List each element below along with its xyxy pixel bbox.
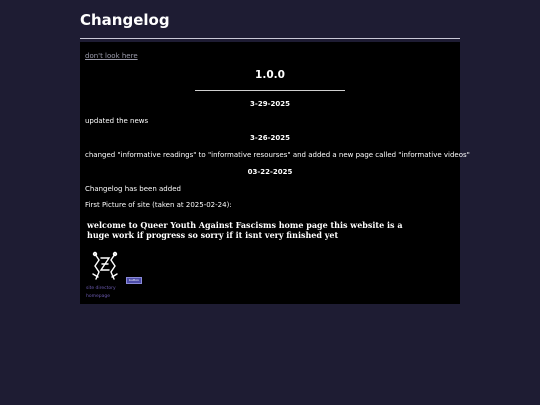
- version-divider: [195, 90, 345, 91]
- entry-date: 03-22-2025: [247, 168, 293, 176]
- dont-look-here-link[interactable]: don't look here: [85, 52, 138, 60]
- screenshot-tiny-link: site directory: [86, 286, 116, 291]
- entry-note: Changelog has been added: [85, 185, 181, 193]
- logo-icon: [92, 251, 118, 280]
- screenshot-tiny-link: homepage: [86, 294, 110, 299]
- entry-date: 3-29-2025: [250, 100, 290, 108]
- version-heading: 1.0.0: [255, 69, 285, 81]
- first-picture-label: First Picture of site (taken at 2025-02-…: [85, 201, 232, 209]
- entry-note: updated the news: [85, 117, 149, 125]
- title-divider: [80, 38, 460, 39]
- entry-note: changed "informative readings" to "infor…: [85, 151, 470, 159]
- screenshot-welcome-text: welcome to Queer Youth Against Fascisms …: [87, 220, 403, 240]
- page-title: Changelog: [80, 11, 170, 29]
- changelog-panel: don't look here 1.0.0 3-29-2025 updated …: [80, 42, 470, 304]
- entry-date: 3-26-2025: [250, 134, 290, 142]
- screenshot-button: button: [126, 277, 142, 284]
